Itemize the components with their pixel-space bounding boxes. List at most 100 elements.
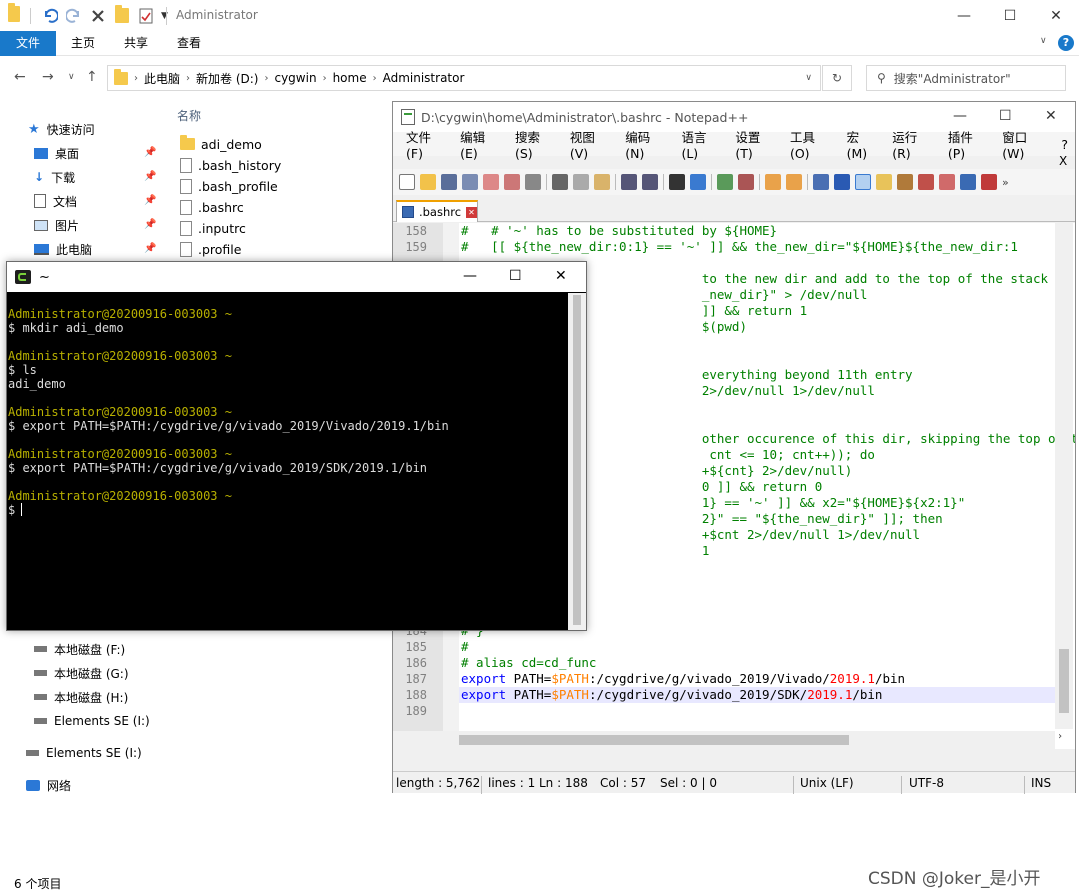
nav-drive-h[interactable]: 本地磁盘 (H:)	[34, 686, 128, 708]
minimize-button[interactable]: —	[953, 108, 967, 124]
nav-network[interactable]: 网络	[26, 774, 71, 796]
tab-file[interactable]: 文件	[0, 31, 56, 56]
maximize-button[interactable]: ☐	[999, 108, 1012, 124]
delete-icon[interactable]	[89, 7, 107, 25]
menu-plugins[interactable]: 插件(P)	[941, 127, 995, 161]
list-item[interactable]: adi_demo	[180, 134, 262, 154]
word-wrap-icon[interactable]	[813, 174, 829, 190]
scroll-right-icon[interactable]: ›	[1057, 731, 1063, 742]
pin-icon[interactable]: 📌	[144, 171, 156, 182]
sync-h-icon[interactable]	[786, 174, 802, 190]
vertical-scrollbar[interactable]	[1055, 223, 1073, 729]
tab-home[interactable]: 主页	[56, 31, 110, 56]
terminal-output[interactable]: Administrator@20200916-003003 ~ $ mkdir a…	[7, 293, 568, 630]
column-header-name[interactable]: 名称	[177, 107, 201, 124]
minimize-button[interactable]: —	[463, 268, 477, 284]
print-icon[interactable]	[525, 174, 541, 190]
nav-item-desktop[interactable]: 桌面	[34, 142, 79, 164]
horizontal-scrollbar[interactable]	[393, 731, 1055, 749]
nav-drive-f[interactable]: 本地磁盘 (F:)	[34, 638, 125, 660]
help-icon[interactable]: ?	[1058, 35, 1074, 51]
nav-item-downloads[interactable]: ↓ 下载	[34, 166, 75, 188]
breadcrumb-item[interactable]: 此电脑	[144, 70, 180, 87]
menu-view[interactable]: 视图(V)	[563, 127, 618, 161]
menu-search[interactable]: 搜索(S)	[508, 127, 563, 161]
maximize-button[interactable]: ☐	[509, 268, 522, 284]
new-folder-icon[interactable]	[113, 5, 131, 25]
menu-settings[interactable]: 设置(T)	[728, 127, 783, 161]
menu-language[interactable]: 语言(L)	[674, 127, 728, 161]
close-file-icon[interactable]	[483, 174, 499, 190]
list-item[interactable]: .bash_history	[180, 155, 281, 175]
tab-share[interactable]: 共享	[110, 31, 162, 56]
paste-icon[interactable]	[594, 174, 610, 190]
forward-arrow-icon[interactable]: →	[42, 69, 54, 85]
open-file-icon[interactable]	[420, 174, 436, 190]
address-dropdown-icon[interactable]: ∨	[805, 73, 812, 83]
scroll-thumb[interactable]	[459, 735, 849, 745]
terminal-scrollbar[interactable]	[568, 293, 586, 630]
maximize-button[interactable]: ☐	[987, 0, 1033, 31]
redo-icon[interactable]	[642, 174, 658, 190]
properties-icon[interactable]	[137, 7, 155, 25]
tab-view[interactable]: 查看	[162, 31, 216, 56]
breadcrumb-item[interactable]: 新加卷 (D:)	[196, 70, 258, 87]
zoom-out-icon[interactable]	[738, 174, 754, 190]
menu-help[interactable]: ?	[1054, 137, 1075, 152]
up-arrow-icon[interactable]: ↑	[86, 69, 98, 85]
close-tab-icon[interactable]: ✕	[466, 206, 477, 218]
menu-edit[interactable]: 编辑(E)	[453, 127, 508, 161]
save-icon[interactable]	[441, 174, 457, 190]
toolbar-overflow-icon[interactable]: »	[1002, 176, 1009, 189]
breadcrumb[interactable]: › 此电脑 › 新加卷 (D:) › cygwin › home › Admin…	[107, 65, 821, 91]
nav-quick-access[interactable]: ★ 快速访问	[28, 118, 95, 140]
breadcrumb-item[interactable]: cygwin	[274, 71, 316, 85]
save-all-icon[interactable]	[462, 174, 478, 190]
refresh-icon[interactable]: ↻	[822, 65, 852, 91]
breadcrumb-item[interactable]: home	[333, 71, 367, 85]
undo-icon[interactable]	[41, 7, 59, 25]
pin-icon[interactable]: 📌	[144, 243, 156, 254]
doc-map-icon[interactable]	[897, 174, 913, 190]
menu-file[interactable]: 文件(F)	[399, 127, 453, 161]
list-item[interactable]: .profile	[180, 239, 241, 259]
scroll-thumb[interactable]	[1059, 649, 1069, 713]
nav-drive-g[interactable]: 本地磁盘 (G:)	[34, 662, 129, 684]
breadcrumb-item[interactable]: Administrator	[383, 71, 465, 85]
cut-icon[interactable]	[552, 174, 568, 190]
close-button[interactable]: ✕	[1045, 108, 1057, 124]
undo-icon[interactable]	[621, 174, 637, 190]
minimize-button[interactable]: —	[941, 0, 987, 31]
redo-icon[interactable]	[65, 7, 83, 25]
pin-icon[interactable]: 📌	[144, 195, 156, 206]
udl-icon[interactable]	[876, 174, 892, 190]
function-list-icon[interactable]	[918, 174, 934, 190]
close-button[interactable]: ✕	[1033, 0, 1079, 31]
show-all-chars-icon[interactable]	[834, 174, 850, 190]
close-button[interactable]: ✕	[555, 268, 567, 284]
search-input[interactable]: ⚲ 搜索"Administrator"	[866, 65, 1066, 91]
new-file-icon[interactable]	[399, 174, 415, 190]
folder-workspace-icon[interactable]	[939, 174, 955, 190]
recent-dropdown-icon[interactable]: ∨	[68, 72, 75, 82]
menu-encoding[interactable]: 编码(N)	[618, 127, 674, 161]
ribbon-expand-icon[interactable]: ∨	[1040, 36, 1047, 46]
list-item[interactable]: .inputrc	[180, 218, 246, 238]
replace-icon[interactable]	[690, 174, 706, 190]
menu-window[interactable]: 窗口(W)	[995, 127, 1054, 161]
scroll-thumb[interactable]	[573, 295, 581, 625]
pin-icon[interactable]: 📌	[144, 219, 156, 230]
monitoring-icon[interactable]	[960, 174, 976, 190]
list-item[interactable]: .bash_profile	[180, 176, 278, 196]
find-icon[interactable]	[669, 174, 685, 190]
zoom-in-icon[interactable]	[717, 174, 733, 190]
menu-tools[interactable]: 工具(O)	[783, 127, 840, 161]
copy-icon[interactable]	[573, 174, 589, 190]
nav-drive-i[interactable]: Elements SE (I:)	[34, 710, 150, 732]
nav-item-this-pc[interactable]: 此电脑	[34, 238, 92, 260]
record-macro-icon[interactable]	[981, 174, 997, 190]
indent-guide-icon[interactable]	[855, 174, 871, 190]
nav-item-pictures[interactable]: 图片	[34, 214, 79, 236]
tab-bashrc[interactable]: .bashrc ✕	[396, 200, 478, 222]
sync-v-icon[interactable]	[765, 174, 781, 190]
